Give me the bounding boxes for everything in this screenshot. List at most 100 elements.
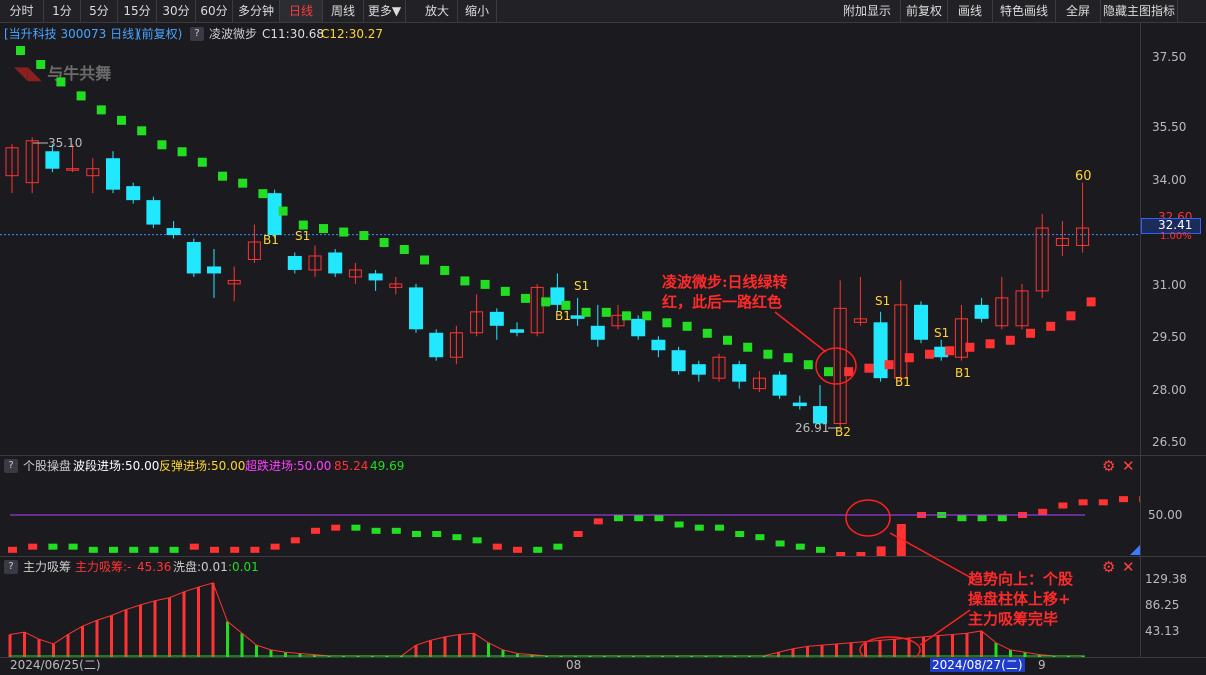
ma-dot xyxy=(440,265,450,275)
op-bar xyxy=(371,527,381,534)
candle-body xyxy=(126,186,141,201)
signal-label: B2 xyxy=(835,425,851,439)
ma-dot xyxy=(16,46,25,56)
ma-dot xyxy=(541,297,551,307)
panel3-tick-2: 86.25 xyxy=(1145,598,1180,612)
op-bar xyxy=(189,543,199,550)
ma-dot xyxy=(763,349,773,359)
annotation-main-1: 凌波微步:日线绿转 xyxy=(662,273,788,291)
ma-dot xyxy=(985,339,995,349)
candle-body xyxy=(489,311,504,326)
price-tick: 26.50 xyxy=(1152,435,1187,449)
candle-body xyxy=(590,325,605,340)
annotation-circle xyxy=(815,347,857,385)
op-bar xyxy=(129,546,139,553)
flow-annotation-arrow xyxy=(919,609,971,646)
ma-dot xyxy=(925,349,934,359)
op-bar xyxy=(8,546,17,553)
ma-dot xyxy=(824,367,833,377)
ma-dot xyxy=(218,171,227,181)
signal-label: B1 xyxy=(895,375,911,389)
op-bar xyxy=(755,534,765,541)
candle-body xyxy=(651,339,666,351)
ma-dot xyxy=(399,245,409,254)
ma-dot xyxy=(36,59,46,69)
op-bar xyxy=(654,515,664,522)
ma-dot xyxy=(864,363,874,373)
kline-chart[interactable]: B1 S1 S1 B1 S1 B1 S1 B1 B2 35.10 26.91 60 xyxy=(0,0,1140,657)
op-bar xyxy=(351,524,361,531)
price-tick: 37.50 xyxy=(1152,50,1187,64)
candle-body xyxy=(368,273,383,281)
price-tick: 28.00 xyxy=(1152,383,1187,397)
op-bar xyxy=(68,543,78,550)
ma-dot xyxy=(945,346,955,356)
op-bar xyxy=(674,521,684,528)
op-bar xyxy=(876,546,886,556)
op-bar xyxy=(1058,502,1068,509)
op-bar xyxy=(1119,496,1128,503)
panel3-tick-1: 129.38 xyxy=(1145,572,1187,586)
op-bar xyxy=(290,537,300,544)
signal-label: S1 xyxy=(295,229,310,243)
candle-body xyxy=(631,318,646,337)
signal-label: B1 xyxy=(555,309,571,323)
op-bar xyxy=(432,531,442,537)
signal-label: S1 xyxy=(875,294,890,308)
ma-dot xyxy=(904,353,914,363)
candle-body xyxy=(429,332,444,358)
op-bar xyxy=(573,531,583,537)
op-bar xyxy=(997,515,1007,522)
annotation-arrow xyxy=(774,311,827,353)
op-bar xyxy=(331,524,341,531)
ma-dot xyxy=(359,231,369,241)
op-bar xyxy=(88,546,98,553)
ma-dot xyxy=(339,227,349,237)
ma-dot xyxy=(521,293,530,303)
ma-dot xyxy=(117,115,126,125)
op-bar xyxy=(593,518,603,525)
ma-dot xyxy=(379,238,389,248)
signal-label: B1 xyxy=(263,233,279,247)
op-bar xyxy=(553,543,563,550)
ma-dot xyxy=(1005,335,1015,345)
candle-body xyxy=(166,228,181,236)
op-bar xyxy=(169,546,179,553)
op-bar xyxy=(775,540,785,547)
ma-dot xyxy=(803,360,813,370)
op-bar xyxy=(1098,499,1108,506)
op-bar xyxy=(715,524,724,531)
op-bar xyxy=(391,527,401,534)
price-tick: 29.50 xyxy=(1152,330,1187,344)
ma-dot xyxy=(642,311,652,321)
op-bar xyxy=(1038,508,1048,515)
ghost-pct: 1.00% xyxy=(1160,231,1192,242)
top-count-label: 60 xyxy=(1075,169,1092,184)
ma-dot xyxy=(76,91,86,101)
op-bar xyxy=(795,543,805,550)
candle-body xyxy=(873,322,888,379)
signal-label: B1 xyxy=(955,366,971,380)
annotation-main-2: 红，此后一路红色 xyxy=(662,293,783,311)
ma-dot xyxy=(622,311,631,321)
op-bar xyxy=(634,515,644,522)
op-bar xyxy=(210,546,219,553)
candle-body xyxy=(186,242,201,274)
date-cursor: 2024/08/27(二) xyxy=(930,658,1025,672)
price-tick: 34.00 xyxy=(1152,173,1187,187)
op-annotation-arrow xyxy=(889,532,976,581)
candle-body xyxy=(207,266,221,274)
candle-body xyxy=(146,200,161,225)
candle-body xyxy=(45,151,60,169)
annotation-bottom-1: 趋势向上：个股 xyxy=(968,570,1074,588)
date-axis-line xyxy=(0,657,1206,658)
candle-body xyxy=(671,350,686,372)
ma-dot xyxy=(197,157,207,167)
ma-dot xyxy=(278,206,288,216)
date-start: 2024/06/25(二) xyxy=(10,658,101,672)
ma-dot xyxy=(420,255,429,265)
op-bar xyxy=(250,546,260,553)
op-bar xyxy=(311,527,320,534)
op-bar xyxy=(230,546,240,553)
annotation-bottom-3: 主力吸筹完毕 xyxy=(968,610,1059,628)
